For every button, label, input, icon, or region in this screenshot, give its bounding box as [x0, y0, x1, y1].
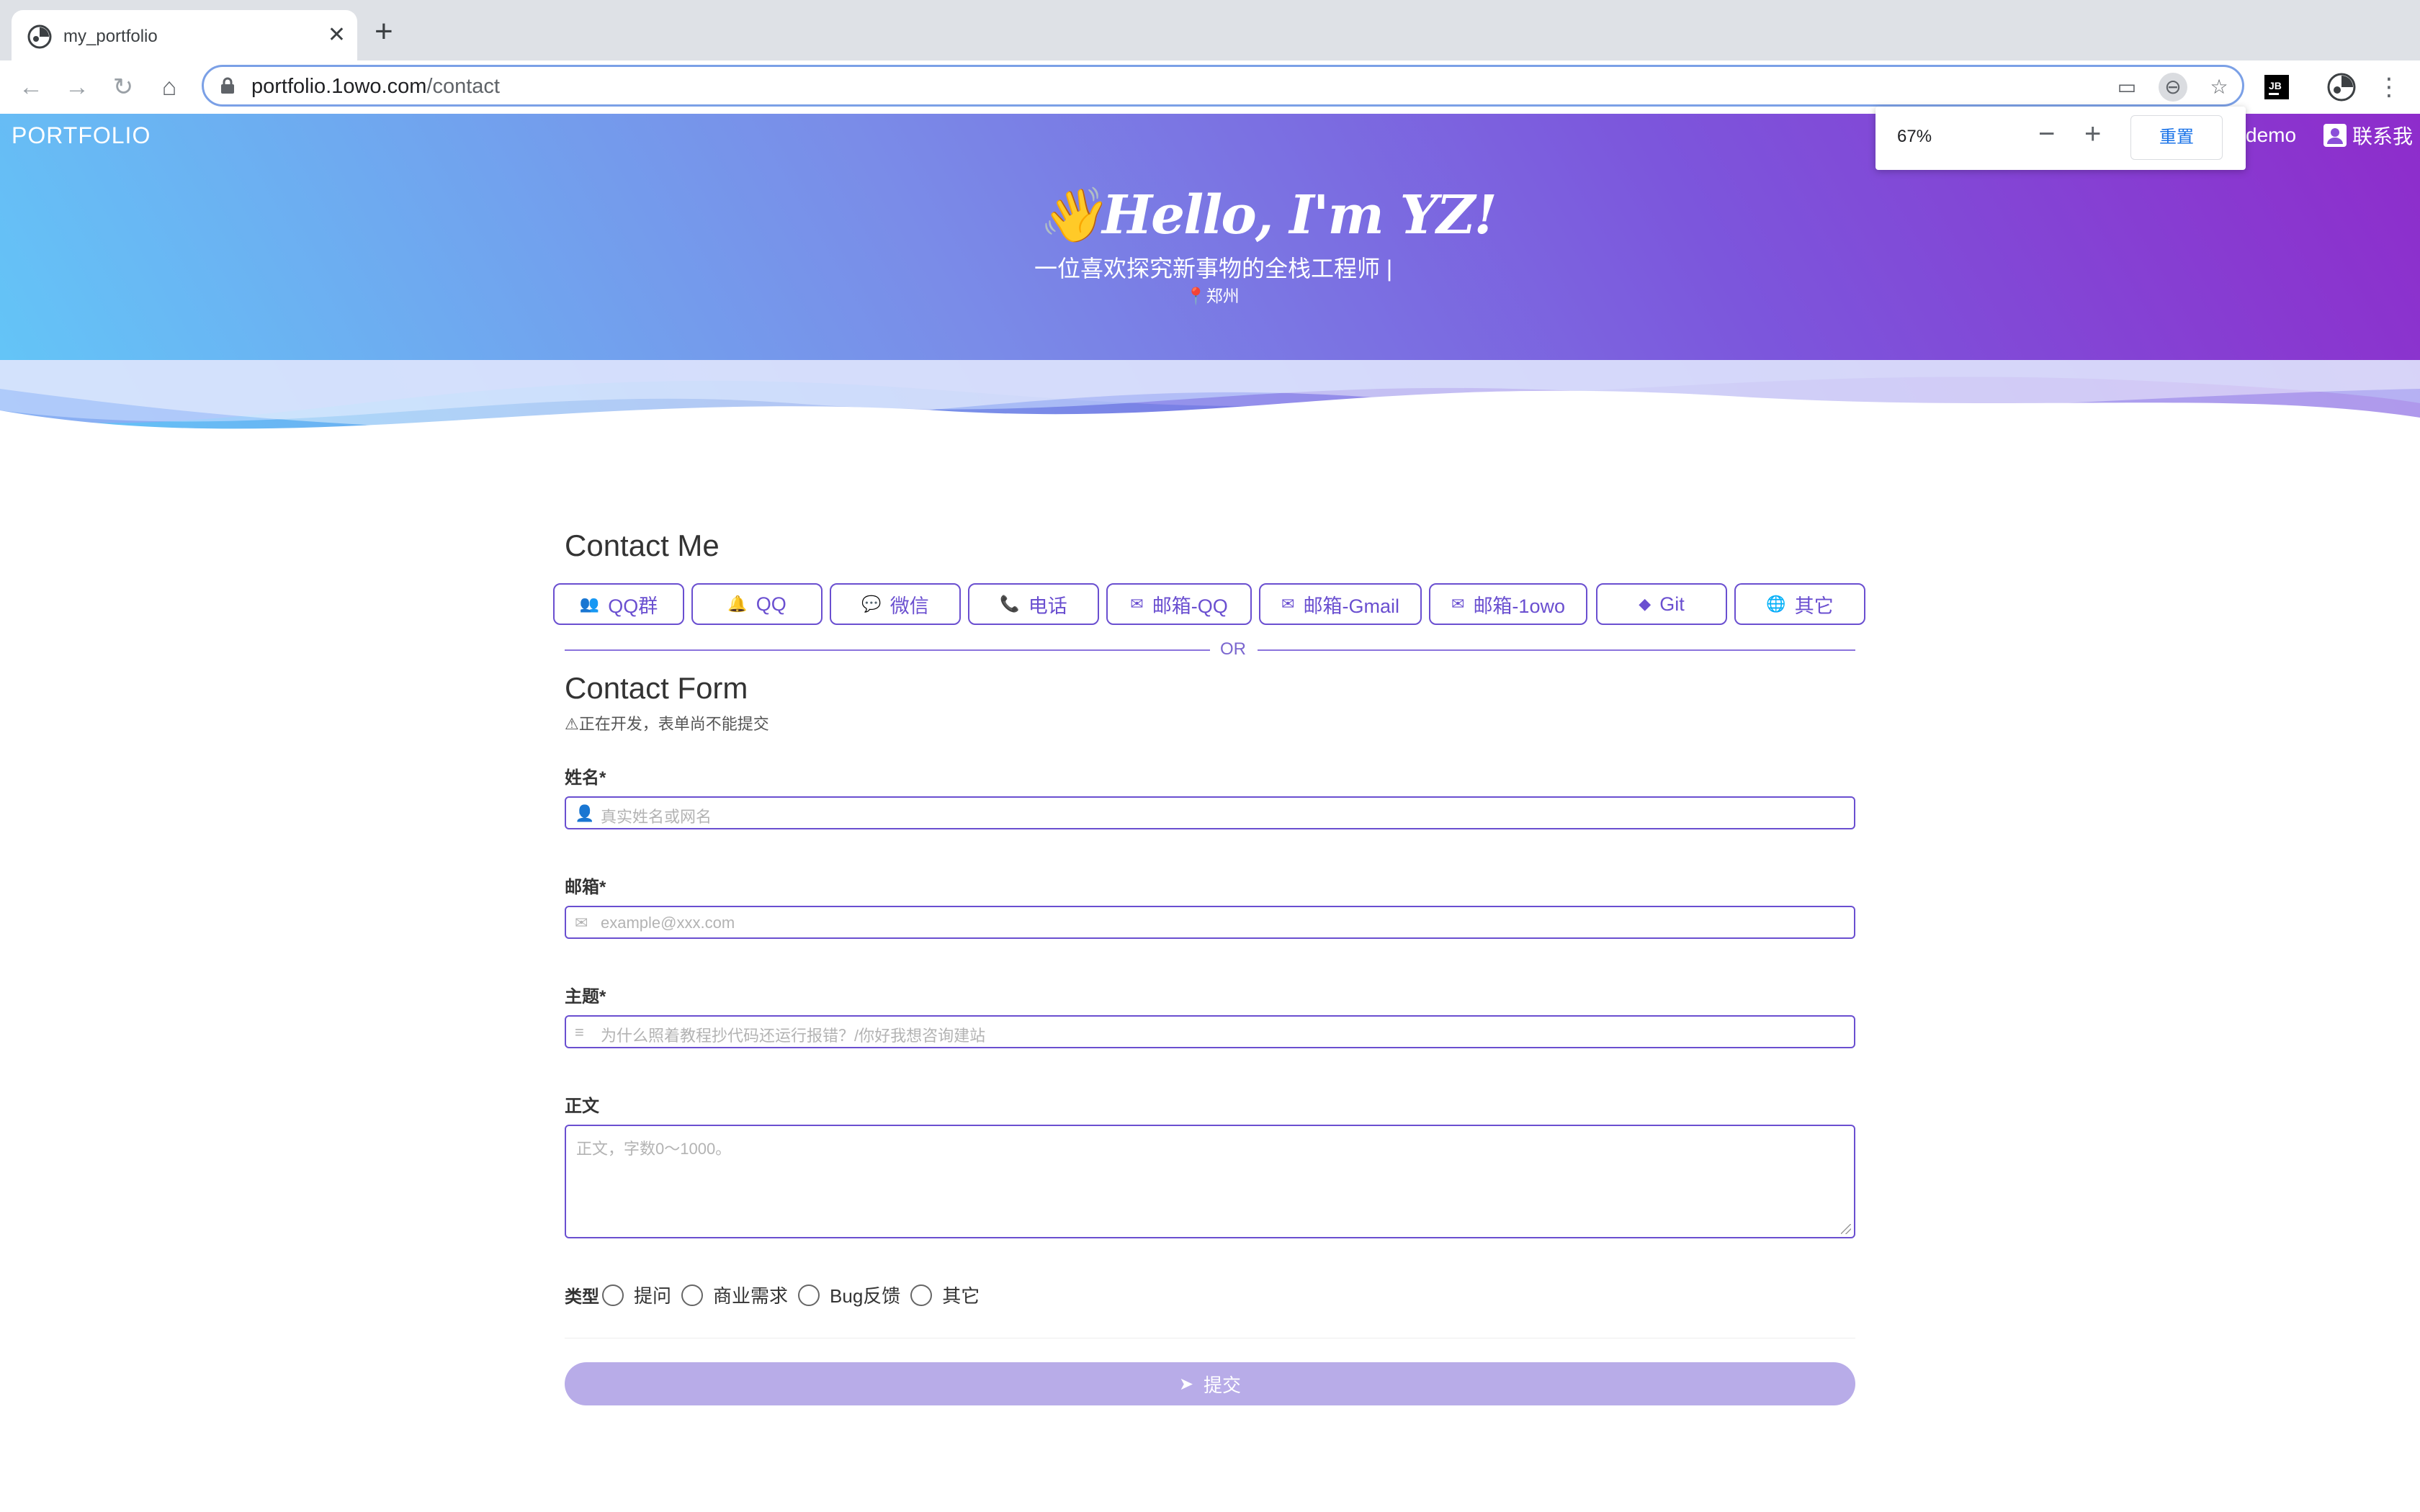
- resize-handle-icon[interactable]: [1841, 1224, 1851, 1234]
- name-label: 姓名*: [565, 768, 606, 788]
- wechat-icon: 💬: [861, 595, 882, 613]
- hero-wave-bottom: [0, 390, 2420, 490]
- zoom-in-button[interactable]: +: [2084, 120, 2101, 148]
- mail-icon: ✉: [575, 914, 588, 932]
- subject-field[interactable]: ≡ 为什么照着教程抄代码还运行报错？/你好我想咨询建站: [565, 1015, 1855, 1048]
- url-text: portfolio.1owo.com/contact: [251, 75, 500, 98]
- location-text: 郑州: [1206, 287, 1240, 305]
- user-icon: [2323, 124, 2347, 147]
- tab-title: my_portfolio: [63, 27, 158, 46]
- or-divider-right: [1258, 649, 1855, 651]
- mail-icon: ✉: [1451, 595, 1465, 613]
- channel-mail-qq-button[interactable]: ✉ 邮箱-QQ: [1106, 583, 1252, 625]
- form-heading: Contact Form: [565, 671, 748, 705]
- subject-placeholder: 为什么照着教程抄代码还运行报错？/你好我想咨询建站: [601, 1027, 986, 1045]
- channel-label: 电话: [1028, 595, 1067, 617]
- type-option-label: Bug反馈: [830, 1285, 901, 1307]
- channel-git-button[interactable]: ◆ Git: [1596, 583, 1727, 625]
- address-bar[interactable]: portfolio.1owo.com/contact ▭ ⊖ ☆: [202, 65, 2244, 107]
- subject-label: 主题*: [565, 987, 606, 1007]
- channel-qq-button[interactable]: 🔔 QQ: [691, 583, 823, 625]
- zoom-popup: 67% − + 重置: [1876, 107, 2246, 170]
- send-icon: ➤: [1178, 1374, 1194, 1394]
- body-textarea[interactable]: 正文，字数0～1000。: [565, 1125, 1855, 1238]
- site-favicon-icon: [27, 24, 52, 49]
- submit-label: 提交: [1204, 1374, 1242, 1396]
- home-icon[interactable]: ⌂: [153, 71, 186, 104]
- star-icon[interactable]: ☆: [2205, 73, 2233, 102]
- lock-icon: [221, 77, 234, 94]
- channel-wechat-button[interactable]: 💬 微信: [830, 583, 961, 625]
- channel-qq-group-button[interactable]: 👥 QQ群: [553, 583, 684, 625]
- browser-tab[interactable]: my_portfolio ✕: [12, 10, 357, 60]
- channel-label: 微信: [889, 595, 929, 617]
- channel-other-button[interactable]: 🌐 其它: [1734, 583, 1865, 625]
- new-tab-icon[interactable]: +: [375, 16, 393, 48]
- email-field[interactable]: ✉ example@xxx.com: [565, 906, 1855, 939]
- qq-icon: 🔔: [727, 595, 748, 613]
- profile-icon[interactable]: [2326, 72, 2357, 102]
- git-icon: ◆: [1639, 595, 1652, 613]
- or-divider-left: [565, 649, 1210, 651]
- hero-title: 👋Hello, I'm YZ!: [1037, 184, 1497, 246]
- zoom-icon[interactable]: ⊖: [2159, 73, 2187, 102]
- globe-icon: 🌐: [1766, 595, 1786, 613]
- type-option-label: 提问: [634, 1285, 672, 1307]
- hero-subtitle: 一位喜欢探究新事物的全栈工程师 |: [1034, 256, 1393, 282]
- email-placeholder: example@xxx.com: [601, 914, 735, 932]
- channel-gmail-button[interactable]: ✉ 邮箱-Gmail: [1259, 583, 1422, 625]
- type-label: 类型: [565, 1287, 599, 1307]
- site-brand[interactable]: PORTFOLIO: [12, 122, 151, 149]
- browser-tabstrip: my_portfolio ✕ +: [0, 0, 2420, 60]
- gmail-icon: ✉: [1281, 595, 1295, 613]
- type-radio-group: 类型 提问 商业需求 Bug反馈 其它: [565, 1282, 990, 1308]
- channel-label: 邮箱-QQ: [1152, 595, 1228, 617]
- zoom-out-button[interactable]: −: [2038, 120, 2055, 148]
- nav-contact-label: 联系我: [2352, 125, 2414, 148]
- channel-label: QQ: [756, 593, 786, 615]
- name-field[interactable]: 👤 真实姓名或网名: [565, 796, 1855, 829]
- nav-demo-link[interactable]: demo: [2246, 124, 2296, 147]
- channel-label: 邮箱-Gmail: [1303, 595, 1399, 617]
- back-icon[interactable]: ←: [14, 71, 48, 104]
- channel-label: 邮箱-1owo: [1473, 595, 1565, 617]
- type-radio-bug[interactable]: [798, 1284, 820, 1306]
- mail-icon: ✉: [1130, 595, 1144, 613]
- name-placeholder: 真实姓名或网名: [601, 808, 712, 826]
- menu-icon[interactable]: ⋮: [2377, 71, 2401, 104]
- user-icon: 👤: [575, 804, 595, 822]
- channel-mail-1owo-button[interactable]: ✉ 邮箱-1owo: [1429, 583, 1587, 625]
- group-icon: 👥: [579, 595, 600, 613]
- type-radio-business[interactable]: [681, 1284, 704, 1306]
- forward-icon[interactable]: →: [60, 71, 94, 104]
- zoom-reset-button[interactable]: 重置: [2130, 115, 2223, 160]
- type-radio-question[interactable]: [602, 1284, 624, 1306]
- contact-heading: Contact Me: [565, 528, 720, 562]
- channel-label: 其它: [1794, 595, 1834, 617]
- close-tab-icon[interactable]: ✕: [328, 23, 346, 48]
- type-radio-other[interactable]: [910, 1284, 933, 1306]
- zoom-percent: 67%: [1897, 127, 1932, 146]
- cast-icon[interactable]: ▭: [2112, 73, 2141, 102]
- nav-contact-link[interactable]: 联系我: [2323, 121, 2413, 150]
- reload-icon[interactable]: ↻: [107, 71, 140, 104]
- type-option-label: 其它: [942, 1285, 980, 1307]
- or-label: OR: [1220, 639, 1246, 659]
- body-placeholder: 正文，字数0～1000。: [576, 1140, 732, 1158]
- form-warning: ⚠正在开发，表单尚不能提交: [565, 715, 769, 733]
- svg-text:JB: JB: [2269, 80, 2282, 91]
- channel-phone-button[interactable]: 📞 电话: [968, 583, 1099, 625]
- hero-location: 📍郑州: [1186, 282, 1240, 307]
- type-option-label: 商业需求: [713, 1285, 789, 1307]
- body-label: 正文: [565, 1097, 599, 1116]
- channel-label: QQ群: [608, 595, 658, 617]
- email-label: 邮箱*: [565, 878, 606, 897]
- submit-button[interactable]: ➤ 提交: [565, 1362, 1855, 1405]
- channel-label: Git: [1659, 593, 1685, 615]
- lines-icon: ≡: [575, 1023, 584, 1041]
- jetbrains-extension-icon[interactable]: JB: [2262, 72, 2292, 102]
- phone-icon: 📞: [1000, 595, 1020, 613]
- location-pin-icon: 📍: [1186, 287, 1206, 305]
